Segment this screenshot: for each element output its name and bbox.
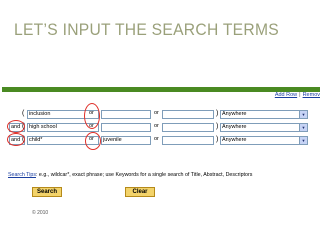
annotation-circle-or-1 <box>84 103 100 129</box>
footer-text: © 2010 <box>32 210 49 216</box>
search-row-3: and ( child* or juvenile or ) Anywhere ▼ <box>2 135 320 145</box>
search-form-screenshot: Add Row | Remov ( inclusion or or ) Anywhe… <box>2 87 320 225</box>
chevron-down-icon: ▼ <box>299 124 307 131</box>
close-paren: ) <box>216 136 219 143</box>
search-row-1: ( inclusion or or ) Anywhere ▼ <box>2 109 320 119</box>
field-select-2[interactable]: Anywhere ▼ <box>220 123 308 132</box>
search-button[interactable]: Search <box>32 187 62 197</box>
annotation-circle-or-3 <box>85 132 101 150</box>
remove-row-link[interactable]: Remov <box>303 92 320 98</box>
field-select-3[interactable]: Anywhere ▼ <box>220 136 308 145</box>
term-input-2-3[interactable] <box>162 123 214 132</box>
field-select-value: Anywhere <box>222 137 247 143</box>
page-title: LET’S INPUT THE SEARCH TERMS <box>14 20 279 39</box>
close-paren: ) <box>216 123 219 130</box>
add-row-link[interactable]: Add Row <box>275 92 297 98</box>
term-input-3-3[interactable] <box>162 136 214 145</box>
open-paren: ( <box>22 110 25 117</box>
annotation-circle-and-1 <box>7 120 25 133</box>
row-controls: Add Row | Remov <box>275 92 320 98</box>
close-paren: ) <box>216 110 219 117</box>
chevron-down-icon: ▼ <box>299 137 307 144</box>
term-input-2-2[interactable] <box>101 123 151 132</box>
field-select-value: Anywhere <box>222 111 247 117</box>
field-select-value: Anywhere <box>222 124 247 130</box>
clear-button[interactable]: Clear <box>125 187 155 197</box>
annotation-circle-and-2 <box>7 133 25 146</box>
term-input-1-3[interactable] <box>162 110 214 119</box>
search-tips: Search Tips: e.g., wildcar*, exact phras… <box>8 172 252 178</box>
search-tips-link[interactable]: Search Tips <box>8 172 36 178</box>
chevron-down-icon: ▼ <box>299 111 307 118</box>
search-row-2: and ( high school or or ) Anywhere ▼ <box>2 122 320 132</box>
term-input-3-2[interactable]: juvenile <box>101 136 151 145</box>
term-input-1-2[interactable] <box>101 110 151 119</box>
field-select-1[interactable]: Anywhere ▼ <box>220 110 308 119</box>
search-tips-text: : e.g., wildcar*, exact phrase; use Keyw… <box>35 172 253 178</box>
